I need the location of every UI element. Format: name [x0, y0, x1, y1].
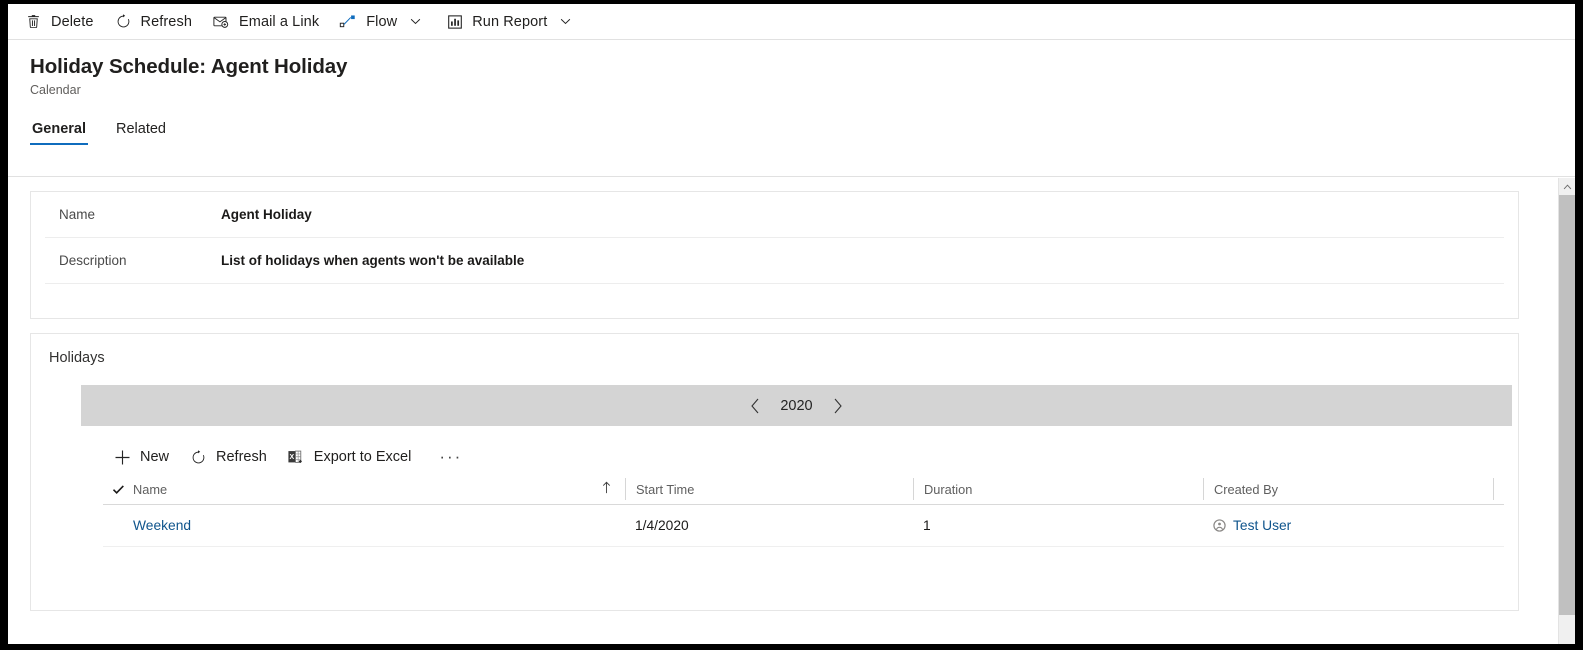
excel-icon: X [287, 448, 305, 466]
cell-start-time: 1/4/2020 [635, 518, 689, 533]
column-header-name[interactable]: Name [133, 478, 625, 500]
column-header-duration[interactable]: Duration [913, 478, 1203, 500]
subgrid-toolbar: New Refresh X Export to Excel ··· [31, 426, 1518, 474]
new-label: New [140, 449, 170, 465]
more-commands-button[interactable]: ··· [427, 448, 474, 465]
delete-button[interactable]: Delete [14, 5, 104, 39]
chevron-down-icon[interactable] [405, 5, 425, 39]
trash-icon [24, 12, 43, 31]
general-section: Name Agent Holiday Description List of h… [30, 191, 1519, 319]
chevron-left-icon[interactable] [742, 393, 768, 419]
subgrid-refresh-button[interactable]: Refresh [179, 441, 277, 473]
holidays-subgrid: Name Start Time Duration Created By Week… [103, 474, 1504, 547]
table-row[interactable]: Weekend 1/4/2020 1 Test User [103, 505, 1504, 547]
entity-subtitle: Calendar [30, 83, 81, 97]
user-circle-icon [1213, 519, 1226, 532]
name-field-value[interactable]: Agent Holiday [221, 207, 312, 222]
email-link-icon [212, 12, 231, 31]
name-field-label: Name [59, 207, 96, 222]
flow-button[interactable]: Flow [329, 5, 435, 39]
tab-related[interactable]: Related [114, 118, 168, 145]
field-row-name: Name Agent Holiday [45, 192, 1504, 238]
column-header-start-time-label: Start Time [636, 481, 695, 497]
report-icon [445, 12, 464, 31]
row-name-link[interactable]: Weekend [133, 518, 191, 533]
year-label: 2020 [780, 397, 813, 414]
chevron-right-icon[interactable] [825, 393, 851, 419]
year-navigator-wrapper: 2020 [31, 368, 1518, 426]
holidays-section: Holidays 2020 New Refresh X Export to Ex… [30, 333, 1519, 611]
sort-ascending-arrow-icon [602, 481, 611, 497]
tab-general[interactable]: General [30, 118, 88, 145]
column-header-divider [1493, 478, 1503, 500]
cell-name: Weekend [133, 505, 625, 546]
vertical-scrollbar[interactable] [1558, 178, 1575, 644]
select-all-checkmark-icon[interactable] [103, 483, 133, 496]
description-field-value[interactable]: List of holidays when agents won't be av… [221, 253, 524, 268]
page-title: Holiday Schedule: Agent Holiday [30, 55, 348, 78]
column-header-created-by-label: Created By [1214, 481, 1279, 497]
grid-header-row: Name Start Time Duration Created By [103, 474, 1504, 505]
flow-label: Flow [366, 13, 398, 30]
new-button[interactable]: New [103, 441, 179, 473]
row-created-by-link[interactable]: Test User [1233, 518, 1291, 533]
svg-text:X: X [290, 453, 295, 460]
refresh-button[interactable]: Refresh [104, 5, 202, 39]
record-header: Holiday Schedule: Agent Holiday Calendar… [8, 40, 1575, 177]
holidays-section-title: Holidays [49, 350, 105, 366]
run-report-label: Run Report [472, 13, 548, 30]
field-row-description: Description List of holidays when agents… [45, 238, 1504, 284]
column-header-name-label: Name [133, 481, 168, 497]
application-window: Delete Refresh Email a Link Flow Run Rep… [8, 4, 1575, 644]
export-to-excel-label: Export to Excel [313, 449, 412, 465]
grid-rows: Weekend 1/4/2020 1 Test User [103, 505, 1504, 547]
scrollbar-thumb[interactable] [1559, 195, 1575, 615]
refresh-label: Refresh [140, 13, 192, 30]
add-icon [113, 448, 131, 466]
chevron-down-icon[interactable] [555, 5, 575, 39]
email-a-link-label: Email a Link [239, 13, 320, 30]
cell-duration: 1 [923, 518, 931, 533]
column-header-start-time[interactable]: Start Time [625, 478, 913, 500]
refresh-icon [189, 448, 207, 466]
export-to-excel-button[interactable]: X Export to Excel [277, 441, 422, 473]
scroll-up-arrow-icon[interactable] [1559, 178, 1575, 195]
refresh-icon [114, 12, 133, 31]
cell-created-by: Test User [1203, 505, 1493, 546]
column-header-created-by[interactable]: Created By [1203, 478, 1493, 500]
column-header-duration-label: Duration [924, 481, 973, 497]
description-field-label: Description [59, 253, 127, 268]
command-bar: Delete Refresh Email a Link Flow Run Rep… [8, 4, 1575, 40]
form-canvas: Name Agent Holiday Description List of h… [8, 177, 1575, 644]
run-report-button[interactable]: Run Report [435, 5, 585, 39]
email-a-link-button[interactable]: Email a Link [202, 5, 329, 39]
subgrid-refresh-label: Refresh [216, 449, 267, 465]
flow-icon [339, 12, 358, 31]
delete-label: Delete [51, 13, 94, 30]
form-tabs: General Related [30, 118, 1575, 145]
year-navigator: 2020 [81, 385, 1512, 426]
